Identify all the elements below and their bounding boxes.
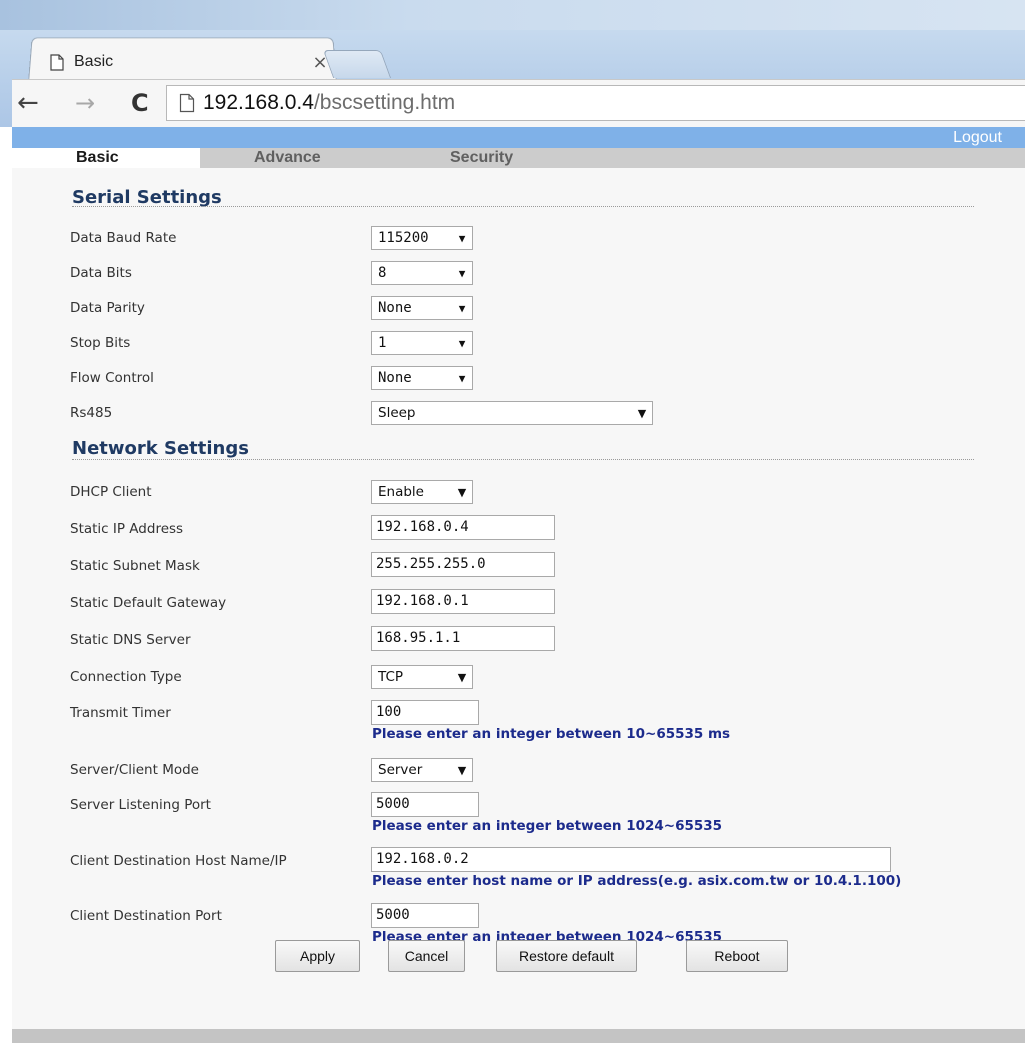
url-path: /bscsetting.htm [313,91,456,114]
flow-control-select[interactable]: None ▼ [371,366,473,390]
transmit-timer-input[interactable]: 100 [371,700,479,725]
data-bits-label: Data Bits [70,265,132,281]
reboot-button[interactable]: Reboot [686,940,788,972]
browser-tab-title: Basic [74,53,114,70]
listening-port-hint: Please enter an integer between 1024~655… [372,818,723,834]
dhcp-client-label: DHCP Client [70,484,152,500]
destination-host-input[interactable]: 192.168.0.2 [371,847,891,872]
data-bits-value: 8 [378,265,387,281]
section-divider [72,459,974,460]
destination-port-label: Client Destination Port [70,908,222,924]
listening-port-label: Server Listening Port [70,797,211,813]
browser-tab-content[interactable]: Basic × [50,47,330,77]
tab-advance[interactable]: Advance [254,148,321,168]
dhcp-client-select[interactable]: Enable ▼ [371,480,473,504]
flow-control-value: None [378,370,412,386]
chevron-down-icon: ▼ [458,336,466,350]
stop-bits-select[interactable]: 1 ▼ [371,331,473,355]
title-strip [0,0,1025,30]
serial-settings-title: Serial Settings [72,187,222,208]
reload-icon[interactable]: C [131,88,149,118]
flow-control-label: Flow Control [70,370,154,386]
connection-type-value: TCP [378,669,404,685]
transmit-timer-hint: Please enter an integer between 10~65535… [372,726,731,742]
subnet-mask-input[interactable]: 255.255.255.0 [371,552,555,577]
connection-type-label: Connection Type [70,669,182,685]
stop-bits-label: Stop Bits [70,335,131,351]
chevron-down-icon: ▼ [457,763,467,777]
url-host: 192.168.0.4 [203,91,314,114]
chevron-down-icon: ▼ [457,485,467,499]
tab-basic[interactable]: Basic [76,148,119,168]
chevron-down-icon: ▼ [457,670,467,684]
connection-type-select[interactable]: TCP ▼ [371,665,473,689]
destination-host-hint: Please enter host name or IP address(e.g… [372,873,902,889]
new-tab-button[interactable] [322,50,392,78]
web-page: Logout Basic Advance Security Serial Set… [12,127,1025,1043]
cancel-button[interactable]: Cancel [388,940,465,972]
listening-port-input[interactable]: 5000 [371,792,479,817]
server-client-mode-select[interactable]: Server ▼ [371,758,473,782]
stop-bits-value: 1 [378,335,387,351]
settings-form: Serial Settings Data Baud Rate 115200 ▼ … [12,168,1025,1034]
settings-tabs: Basic Advance Security [12,148,1025,168]
subnet-mask-label: Static Subnet Mask [70,558,200,574]
baud-rate-value: 115200 [378,230,429,246]
dns-server-label: Static DNS Server [70,632,191,648]
back-arrow-icon[interactable]: ← [17,88,39,118]
data-parity-value: None [378,300,412,316]
dns-server-input[interactable]: 168.95.1.1 [371,626,555,651]
page-icon [179,93,195,113]
transmit-timer-label: Transmit Timer [70,705,171,721]
section-divider [72,206,974,207]
baud-rate-label: Data Baud Rate [70,230,177,246]
static-ip-input[interactable]: 192.168.0.4 [371,515,555,540]
page-icon [50,53,64,71]
forward-arrow-icon[interactable]: → [75,88,95,118]
dhcp-client-value: Enable [378,484,424,500]
server-client-mode-value: Server [378,762,423,778]
restore-default-button[interactable]: Restore default [496,940,637,972]
server-client-mode-label: Server/Client Mode [70,762,199,778]
tab-security[interactable]: Security [450,148,513,168]
data-parity-select[interactable]: None ▼ [371,296,473,320]
rs485-select[interactable]: Sleep ▼ [371,401,653,425]
default-gateway-label: Static Default Gateway [70,595,227,611]
data-parity-label: Data Parity [70,300,145,316]
chevron-down-icon: ▼ [458,371,466,385]
default-gateway-input[interactable]: 192.168.0.1 [371,589,555,614]
top-bar: Logout [12,127,1025,148]
rs485-value: Sleep [378,405,416,421]
rs485-label: Rs485 [70,405,113,421]
destination-port-input[interactable]: 5000 [371,903,479,928]
data-bits-select[interactable]: 8 ▼ [371,261,473,285]
baud-rate-select[interactable]: 115200 ▼ [371,226,473,250]
logout-link[interactable]: Logout [953,127,1002,148]
chevron-down-icon: ▼ [458,231,466,245]
static-ip-label: Static IP Address [70,521,184,537]
chevron-down-icon: ▼ [458,266,466,280]
chevron-down-icon: ▼ [637,406,647,420]
apply-button[interactable]: Apply [275,940,360,972]
address-bar[interactable]: 192.168.0.4/bscsetting.htm [166,85,1025,121]
bottom-bar [12,1029,1025,1043]
destination-host-label: Client Destination Host Name/IP [70,853,287,869]
chevron-down-icon: ▼ [458,301,466,315]
inactive-tabs-background [200,148,1025,168]
network-settings-title: Network Settings [72,438,249,459]
